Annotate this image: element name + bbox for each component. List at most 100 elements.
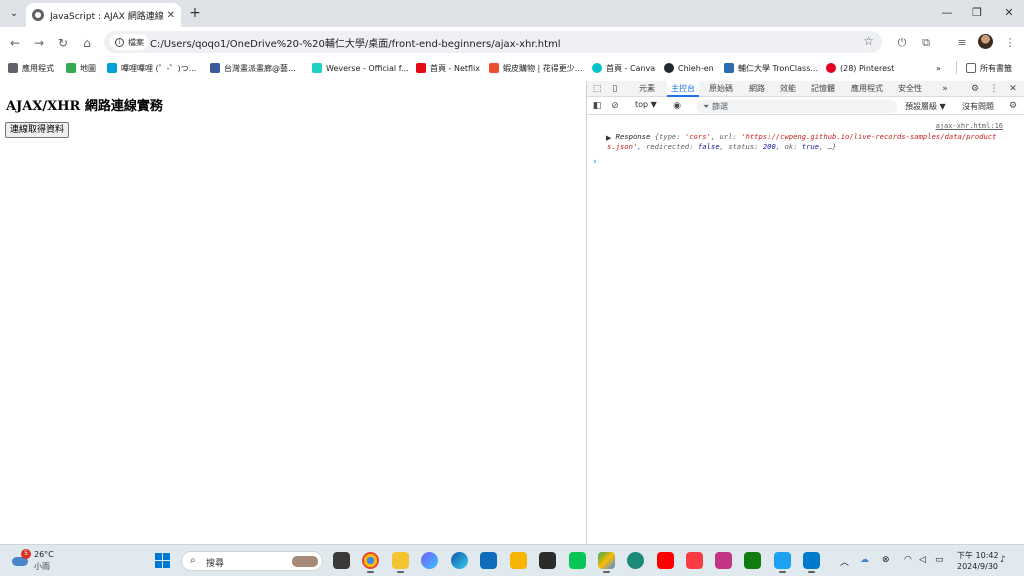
sticky-notes-icon[interactable] — [539, 552, 556, 569]
address-bar[interactable]: i 檔案 C:/Users/qoqo1/OneDrive%20-%20輔仁大學/… — [104, 31, 882, 53]
chrome-icon[interactable] — [362, 552, 379, 573]
search-icon: ⌕ — [190, 555, 196, 566]
minimize-icon[interactable]: — — [932, 4, 962, 22]
extensions-icon[interactable]: ⧉ — [918, 35, 934, 51]
clear-console-icon[interactable]: ⊘ — [609, 100, 621, 112]
tray-overflow-icon[interactable]: ︿ — [840, 555, 849, 568]
chatgpt-icon[interactable] — [627, 552, 644, 569]
weather-temperature[interactable]: 26°C — [34, 550, 54, 559]
power-icon[interactable]: ⏻ — [894, 35, 910, 51]
devtools-tab-network[interactable]: 網路 — [749, 81, 765, 97]
devtools-tab-application[interactable]: 應用程式 — [851, 81, 883, 97]
device-toolbar-icon[interactable]: ▯ — [609, 83, 621, 95]
gear-icon[interactable]: ⚙ — [969, 83, 981, 95]
sidebar-toggle-icon[interactable]: ◧ — [591, 100, 603, 112]
bookmark-item[interactable]: 嗶哩嗶哩 (゜-゜)つ... — [107, 61, 196, 75]
log-level-selector[interactable]: 預設層級 ▼ — [905, 101, 946, 112]
devtools-tab-performance[interactable]: 效能 — [780, 81, 796, 97]
copilot-icon[interactable] — [421, 552, 438, 569]
media-icon[interactable]: ≡ — [954, 35, 970, 51]
bookmark-item[interactable]: 首頁 - Canva — [592, 61, 655, 75]
log-value: false — [697, 142, 720, 151]
bookmark-item[interactable]: 地圖 — [66, 61, 96, 75]
xbox-icon[interactable] — [744, 552, 761, 569]
outlook-icon[interactable] — [480, 552, 497, 569]
bookmark-label: 首頁 - Netflix — [430, 63, 481, 73]
console-filter-input[interactable]: ⏷ 篩選 — [697, 100, 897, 113]
browser-tab-active[interactable]: JavaScript : AJAX 網路連線實務 ✕ — [26, 3, 181, 27]
line-icon[interactable] — [569, 552, 586, 569]
keep-icon[interactable] — [510, 552, 527, 569]
context-selector[interactable]: top ▼ — [635, 100, 657, 109]
windows-start-icon[interactable] — [155, 553, 170, 568]
bookmark-item[interactable]: Chieh-en — [664, 61, 714, 75]
weather-condition[interactable]: 小雨 — [34, 561, 50, 572]
devtools-tab-memory[interactable]: 記憶體 — [811, 81, 835, 97]
fetch-data-button[interactable]: 連線取得資料 — [5, 122, 70, 138]
music-icon[interactable] — [686, 552, 703, 569]
taskbar-search-input[interactable]: ⌕ 搜尋 — [181, 551, 323, 571]
more-tabs-icon[interactable]: » — [939, 83, 951, 95]
url-text[interactable]: C:/Users/qoqo1/OneDrive%20-%20輔仁大學/桌面/fr… — [150, 35, 561, 50]
bookmark-item[interactable]: 應用程式 — [8, 61, 54, 75]
volume-icon[interactable]: ◁ — [919, 555, 926, 565]
page-title: AJAX/XHR 網路連線實務 — [6, 99, 163, 114]
vscode-icon[interactable] — [803, 552, 820, 573]
menu-icon[interactable]: ⋮ — [1002, 35, 1018, 51]
bookmark-item[interactable]: 蝦皮購物 | 花得更少... — [489, 61, 582, 75]
devtools-tab-security[interactable]: 安全性 — [898, 81, 922, 97]
devtools-tab-elements[interactable]: 元素 — [639, 81, 655, 97]
source-link[interactable]: ajax-xhr.html:16 — [936, 122, 1003, 130]
tray-app-icon[interactable]: ⊗ — [882, 555, 890, 565]
close-devtools-icon[interactable]: ✕ — [1007, 83, 1019, 95]
edge-icon[interactable] — [451, 552, 468, 569]
close-window-icon[interactable]: ✕ — [994, 4, 1024, 22]
kebab-menu-icon[interactable]: ⋮ — [988, 83, 1000, 95]
notification-bell-icon[interactable]: ♪ — [1000, 555, 1006, 565]
maps-icon — [66, 63, 76, 73]
back-icon[interactable]: ← — [6, 34, 24, 52]
bookmark-item[interactable]: 首頁 - Netflix — [416, 61, 480, 75]
task-view-icon[interactable] — [333, 552, 350, 569]
all-bookmarks[interactable]: 所有書籤 — [966, 61, 1012, 75]
home-icon[interactable]: ⌂ — [78, 34, 96, 52]
instagram-icon[interactable] — [715, 552, 732, 569]
tab-search-icon[interactable]: ⌄ — [5, 4, 23, 22]
console-prompt[interactable]: › — [593, 157, 597, 167]
bookmark-label: 首頁 - Canva — [606, 63, 656, 73]
log-key: ok — [784, 142, 794, 151]
console-log-entry[interactable]: Response {type: 'cors', url: 'https://cw… — [607, 132, 1003, 152]
battery-icon[interactable]: ▭ — [935, 555, 944, 565]
restore-icon[interactable]: ❐ — [962, 4, 992, 22]
reload-icon[interactable]: ↻ — [54, 34, 72, 52]
inspect-element-icon[interactable]: ⬚ — [591, 83, 603, 95]
bookmark-item[interactable]: (28) Pinterest — [826, 61, 894, 75]
close-tab-icon[interactable]: ✕ — [167, 10, 175, 21]
bookmarks-overflow-icon[interactable]: » — [936, 61, 941, 75]
avatar[interactable] — [978, 34, 993, 49]
wifi-icon[interactable]: ◠ — [904, 555, 912, 565]
clock-time[interactable]: 下午 10:42 — [957, 550, 999, 561]
log-key: url — [719, 132, 733, 141]
bookmark-item[interactable]: 輔仁大學 TronClass... — [724, 61, 818, 75]
bookmark-item[interactable]: 台灣畫派畫廊@藝... — [210, 61, 296, 75]
onedrive-icon[interactable]: ☁ — [860, 555, 869, 565]
youtube-icon[interactable] — [657, 552, 674, 569]
shark-app-icon[interactable] — [774, 552, 791, 573]
issues-indicator[interactable]: 沒有問題 — [962, 101, 994, 112]
site-info-chip[interactable]: i 檔案 — [110, 34, 149, 50]
forward-icon[interactable]: → — [30, 34, 48, 52]
console-settings-icon[interactable]: ⚙ — [1007, 100, 1019, 112]
google-drive-icon[interactable] — [598, 552, 615, 573]
bookmark-star-icon[interactable]: ☆ — [863, 34, 874, 48]
log-value: 'cors' — [684, 132, 711, 141]
clock-date[interactable]: 2024/9/30 — [957, 562, 998, 571]
bookmark-item[interactable]: Weverse - Official f... — [312, 61, 409, 75]
devtools-tab-console[interactable]: 主控台 — [667, 81, 699, 97]
devtools-tab-sources[interactable]: 原始碼 — [709, 81, 733, 97]
globe-icon — [32, 9, 44, 21]
file-explorer-icon[interactable] — [392, 552, 409, 573]
eye-icon[interactable]: ◉ — [671, 100, 683, 112]
new-tab-icon[interactable]: + — [187, 5, 203, 21]
console-toolbar: ◧ ⊘ top ▼ ◉ ⏷ 篩選 預設層級 ▼ 沒有問題 ⚙ — [587, 98, 1024, 115]
